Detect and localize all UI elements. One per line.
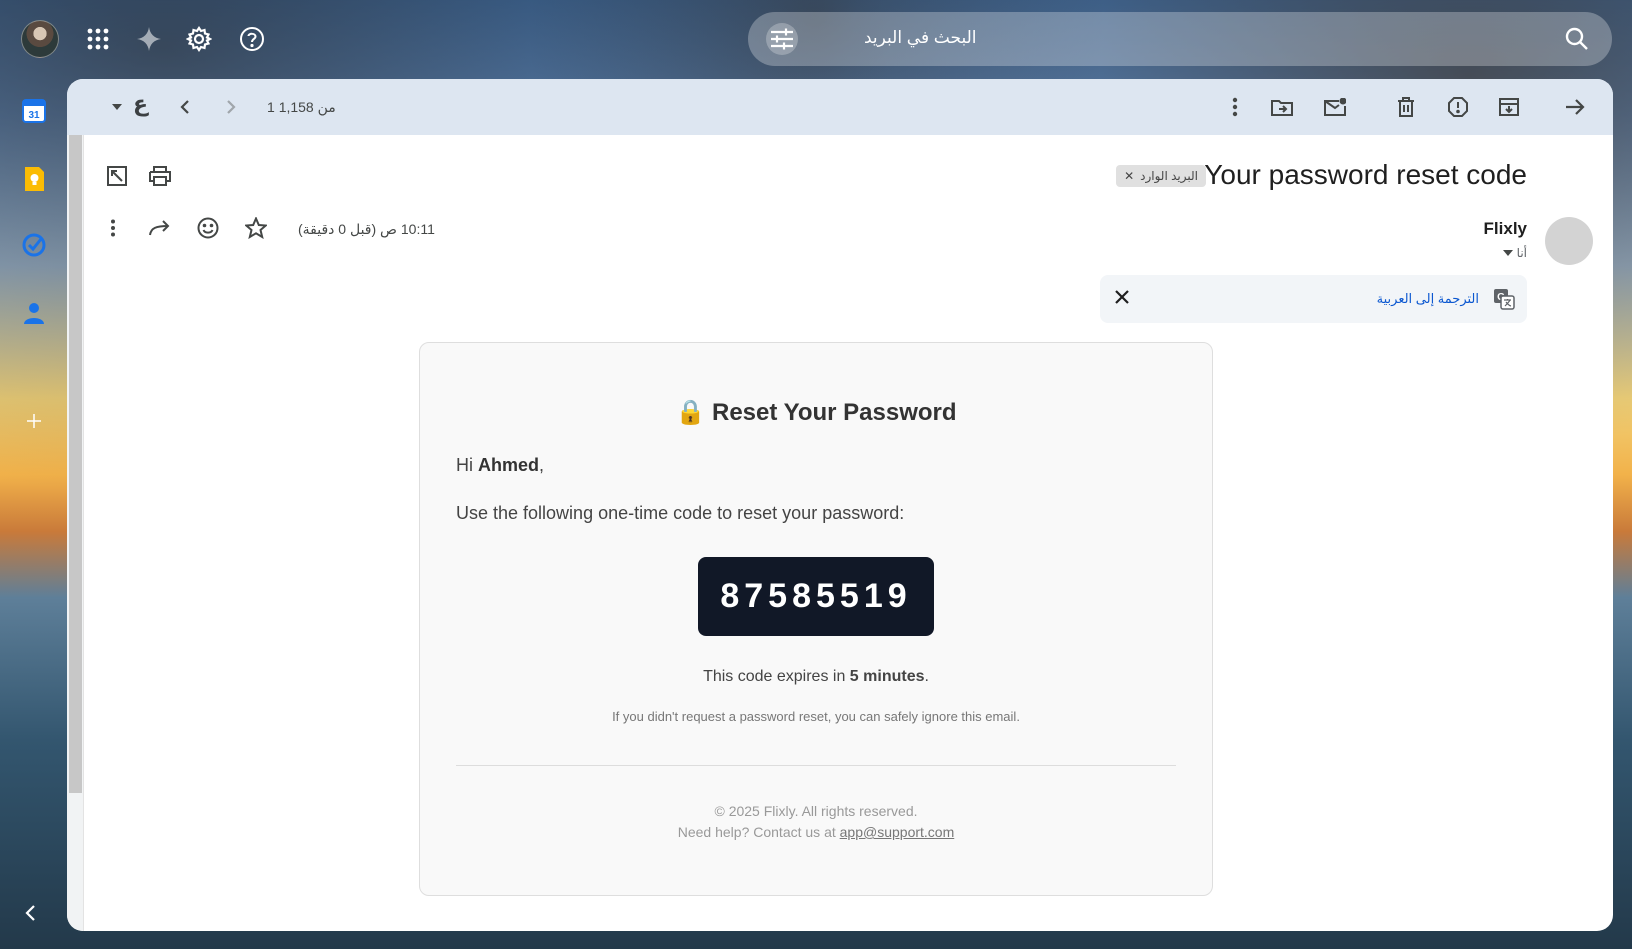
forward-icon[interactable] (142, 210, 178, 246)
newer-message-icon[interactable] (167, 89, 203, 125)
reset-code: 87585519 (698, 557, 934, 636)
expires-prefix: This code expires in (703, 668, 850, 685)
recipient-text: أنا (1516, 246, 1527, 260)
older-message-icon[interactable] (213, 89, 249, 125)
help-text: Need help? Contact us at app@support.com (420, 824, 1212, 840)
emoji-reaction-icon[interactable] (190, 210, 226, 246)
remove-label-icon[interactable]: ✕ (1124, 169, 1134, 183)
calendar-day: 31 (28, 110, 40, 121)
footer-divider (456, 765, 1176, 766)
support-email-link[interactable]: app@support.com (840, 824, 955, 840)
sender-name[interactable]: Flixly (1484, 219, 1527, 239)
message-more-icon[interactable] (95, 210, 131, 246)
search-placeholder[interactable]: البحث في البريد (864, 28, 977, 48)
greeting: Hi Ahmed, (456, 455, 544, 476)
label-text: البريد الوارد (1140, 169, 1198, 183)
recipient-dropdown-icon[interactable] (1502, 250, 1513, 256)
email-heading-text: Reset Your Password (712, 399, 957, 426)
settings-gear-icon[interactable] (182, 22, 216, 56)
back-arrow-icon[interactable] (1557, 89, 1593, 125)
expires-value: 5 minutes (849, 668, 925, 685)
ignore-note: If you didn't request a password reset, … (612, 709, 1020, 724)
help-prefix: Need help? Contact us at (677, 824, 840, 840)
recipient-details[interactable]: أنا (1502, 246, 1527, 260)
message-time: 10:11 ص (قبل 0 دقيقة) (298, 221, 435, 237)
gemini-sparkle-icon[interactable] (132, 22, 166, 56)
close-translate-icon[interactable] (1112, 287, 1132, 307)
pagination-text: 1 من 1,158 (267, 99, 336, 115)
lock-icon: 🔒 (675, 399, 706, 426)
input-tool-button[interactable]: ع (133, 91, 148, 117)
print-icon[interactable] (142, 158, 178, 194)
message-view: ع 1 من 1,158 Your password reset code ✕ … (67, 79, 1613, 931)
report-spam-icon[interactable] (1440, 89, 1476, 125)
translate-bar: G الترجمة إلى العربية (1100, 275, 1527, 323)
calendar-icon[interactable]: 31 (18, 95, 50, 127)
translate-link[interactable]: الترجمة إلى العربية (1377, 291, 1479, 307)
move-to-icon[interactable] (1264, 89, 1300, 125)
contacts-icon[interactable] (18, 297, 50, 329)
inbox-label-chip[interactable]: ✕ البريد الوارد (1116, 165, 1206, 187)
greeting-prefix: Hi (456, 455, 478, 475)
apps-grid-icon[interactable] (81, 22, 115, 56)
tasks-icon[interactable] (18, 229, 50, 261)
keep-icon[interactable] (18, 163, 50, 195)
input-tools-dropdown-icon[interactable] (99, 89, 135, 125)
expires-suffix: . (924, 668, 929, 685)
translate-icon: G (1493, 288, 1515, 310)
message-subject: Your password reset code (1204, 159, 1527, 190)
account-avatar[interactable] (21, 20, 59, 58)
delete-icon[interactable] (1388, 89, 1424, 125)
instruction-text: Use the following one-time code to reset… (456, 503, 905, 523)
search-options-icon[interactable] (766, 23, 798, 55)
expiry-note: This code expires in 5 minutes. (420, 668, 1212, 686)
greeting-suffix: , (539, 455, 545, 475)
star-icon[interactable] (238, 210, 274, 246)
more-options-icon[interactable] (1217, 89, 1253, 125)
email-body: 🔒 Reset Your Password Hi Ahmed, Use the … (419, 342, 1213, 896)
help-icon[interactable] (235, 22, 269, 56)
open-in-new-window-icon[interactable] (99, 158, 135, 194)
search-icon[interactable] (1564, 26, 1590, 52)
add-app-icon[interactable] (18, 405, 50, 437)
message-toolbar: ع 1 من 1,158 (67, 79, 1613, 135)
sender-avatar[interactable] (1545, 217, 1593, 265)
archive-icon[interactable] (1491, 89, 1527, 125)
copyright-text: © 2025 Flixly. All rights reserved. (714, 803, 918, 819)
scrollbar-thumb[interactable] (69, 135, 82, 793)
greeting-name: Ahmed (478, 455, 540, 475)
search-box[interactable]: البحث في البريد (748, 12, 1612, 66)
email-heading: 🔒 Reset Your Password (420, 398, 1212, 427)
top-bar: البحث في البريد (0, 0, 1632, 78)
mark-unread-icon[interactable] (1317, 89, 1353, 125)
collapse-panel-icon[interactable] (24, 904, 38, 922)
